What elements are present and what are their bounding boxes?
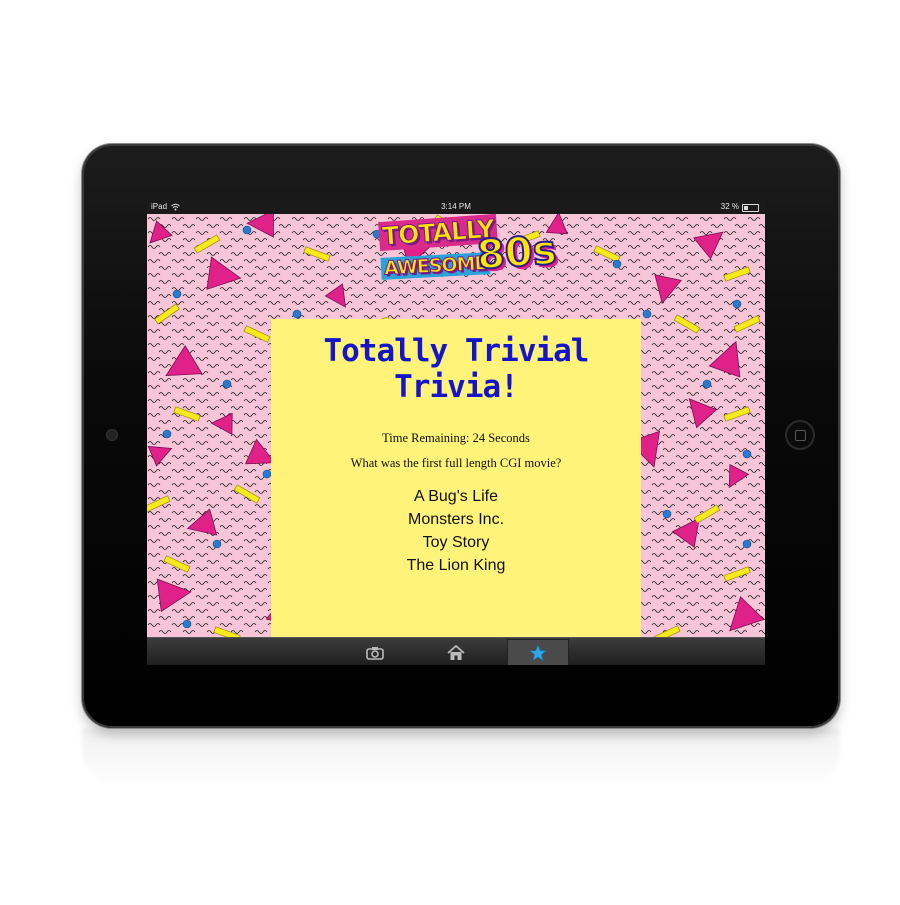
answer-option[interactable]: The Lion King: [271, 554, 641, 577]
pattern-dot: [612, 259, 622, 269]
clock: 3:14 PM: [441, 202, 471, 211]
tab-favorites[interactable]: [507, 639, 569, 665]
pattern-dot: [702, 379, 712, 389]
status-bar: iPad 3:14 PM 32 %: [147, 200, 765, 214]
pattern-dot: [262, 469, 272, 479]
pattern-dot: [162, 429, 172, 439]
answer-option[interactable]: Monsters Inc.: [271, 508, 641, 531]
battery-percent: 32 %: [720, 202, 739, 211]
answer-option[interactable]: Toy Story: [271, 531, 641, 554]
totally-awesome-80s-logo: TOTALLY AWESOME 80s: [378, 214, 559, 294]
pattern-dot: [742, 449, 752, 459]
tab-home[interactable]: [425, 639, 487, 665]
battery-icon: [742, 204, 759, 212]
pattern-dot: [242, 225, 252, 235]
home-button[interactable]: [785, 420, 815, 450]
home-icon: [447, 644, 465, 660]
pattern-dot: [172, 289, 182, 299]
device-reflection: [82, 728, 840, 788]
star-icon: [529, 643, 547, 661]
front-camera: [107, 430, 117, 440]
logo-awesome-text: AWESOME: [380, 252, 491, 280]
ipad-screen: iPad 3:14 PM 32 % TOTALLY AWESOME 80s To…: [147, 200, 765, 665]
trivia-panel: Totally Trivial Trivia! Time Remaining: …: [271, 319, 641, 637]
pattern-dot: [742, 539, 752, 549]
pattern-dot: [222, 379, 232, 389]
pattern-dot: [212, 539, 222, 549]
answer-list: A Bug's Life Monsters Inc. Toy Story The…: [271, 485, 641, 577]
tab-camera[interactable]: [344, 639, 406, 665]
pattern-dot: [182, 619, 192, 629]
tab-bar: [147, 637, 765, 665]
pattern-dot: [732, 299, 742, 309]
pattern-dot: [292, 309, 302, 319]
trivia-title: Totally Trivial Trivia!: [323, 333, 590, 405]
time-remaining: Time Remaining: 24 Seconds: [382, 431, 530, 445]
pattern-dot: [662, 509, 672, 519]
answer-option[interactable]: A Bug's Life: [271, 485, 641, 508]
camera-icon: [366, 646, 384, 660]
logo-80s-text: 80s: [474, 226, 558, 279]
pattern-dot: [642, 309, 652, 319]
question-text: What was the first full length CGI movie…: [350, 456, 562, 470]
